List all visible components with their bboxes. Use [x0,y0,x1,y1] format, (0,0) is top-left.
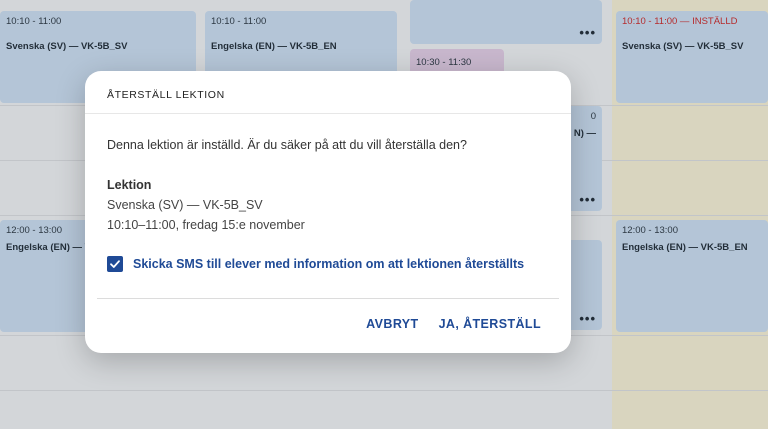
dialog-title: ÅTERSTÄLL LEKTION [107,89,225,101]
divider [85,113,571,114]
divider [97,298,559,299]
confirm-restore-button[interactable]: JA, ÅTERSTÄLL [439,317,541,331]
checkmark-icon [110,260,120,268]
sms-checkbox-row[interactable]: Skicka SMS till elever med information o… [107,256,524,272]
sms-checkbox[interactable] [107,256,123,272]
sms-checkbox-label[interactable]: Skicka SMS till elever med information o… [133,257,524,271]
confirmation-question: Denna lektion är inställd. Är du säker p… [107,138,467,152]
cancel-button[interactable]: AVBRYT [366,317,418,331]
restore-lesson-dialog: ÅTERSTÄLL LEKTION Denna lektion är instä… [85,71,571,353]
lesson-datetime: 10:10–11:00, fredag 15:e november [107,218,305,232]
dialog-actions: AVBRYT JA, ÅTERSTÄLL [366,317,541,331]
lesson-label: Lektion [107,178,152,192]
lesson-subject: Svenska (SV) — VK-5B_SV [107,198,263,212]
